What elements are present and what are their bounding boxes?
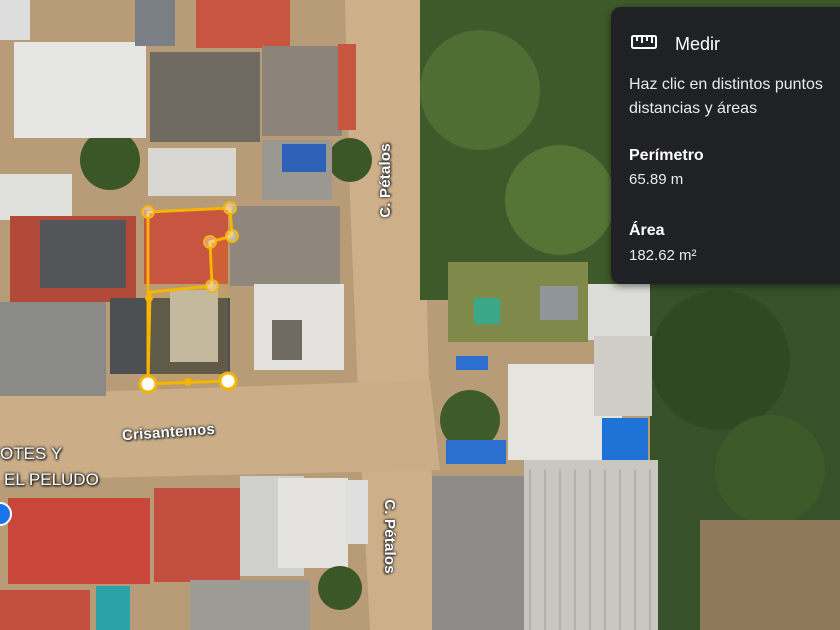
boat bbox=[0, 0, 30, 40]
green-tarp bbox=[474, 298, 500, 324]
measure-midpoint[interactable] bbox=[145, 294, 153, 302]
street-label-c-petalos-south: C. Pétalos bbox=[380, 499, 398, 574]
building-roof bbox=[40, 220, 126, 288]
building-roof bbox=[0, 302, 106, 396]
building-roof bbox=[338, 44, 356, 130]
area-value: 182.62 m² bbox=[629, 247, 697, 264]
perimeter-label: Perímetro bbox=[629, 147, 704, 164]
building-roof bbox=[8, 498, 150, 584]
building-roof bbox=[588, 284, 650, 340]
building-roof bbox=[154, 488, 240, 582]
building-roof bbox=[0, 590, 90, 630]
measure-vertex[interactable] bbox=[141, 205, 155, 219]
measure-panel: Medir Haz clic en distintos puntos dista… bbox=[611, 7, 840, 284]
perimeter-value: 65.89 m bbox=[629, 171, 684, 188]
tree-canopy bbox=[80, 130, 140, 190]
measure-vertex[interactable] bbox=[223, 201, 237, 215]
building-roof bbox=[14, 42, 146, 138]
building-roof bbox=[150, 52, 260, 142]
building-roof bbox=[262, 46, 342, 136]
blue-tarp bbox=[446, 440, 506, 464]
bare-lot bbox=[700, 520, 840, 630]
measure-vertex[interactable] bbox=[203, 235, 217, 249]
tree-canopy bbox=[715, 415, 825, 525]
measure-title: Medir bbox=[675, 34, 721, 54]
measure-midpoint[interactable] bbox=[184, 378, 192, 386]
boats bbox=[135, 0, 175, 46]
boat bbox=[346, 480, 368, 544]
tree-canopy bbox=[318, 566, 362, 610]
pool-tarp bbox=[602, 418, 648, 460]
building-roof bbox=[230, 206, 340, 286]
building-roof bbox=[190, 580, 310, 630]
measure-vertex[interactable] bbox=[225, 229, 239, 243]
building-roof bbox=[432, 476, 540, 630]
tree-canopy bbox=[650, 290, 790, 430]
building-roof bbox=[272, 320, 302, 360]
pool bbox=[96, 586, 130, 630]
blue-tarp bbox=[456, 356, 488, 370]
measure-header: Medir bbox=[631, 33, 720, 56]
poi-label-line-1[interactable]: OTES Y bbox=[0, 444, 62, 464]
area-label: Área bbox=[629, 222, 665, 239]
blue-tarp bbox=[282, 144, 326, 172]
building-roof bbox=[278, 478, 348, 568]
building-roof bbox=[196, 0, 290, 48]
measure-vertex[interactable] bbox=[218, 371, 238, 391]
poi-label-line-2[interactable]: EL PELUDO bbox=[4, 470, 99, 490]
tree-canopy bbox=[505, 145, 615, 255]
building-roof bbox=[148, 148, 236, 196]
tree-canopy bbox=[420, 30, 540, 150]
measure-instructions: Haz clic en distintos puntos distancias … bbox=[629, 76, 823, 117]
street-label-c-petalos-north: C. Pétalos bbox=[376, 143, 394, 218]
building-roof bbox=[0, 174, 72, 220]
ruler-icon bbox=[631, 33, 657, 56]
measure-vertex[interactable] bbox=[138, 374, 158, 394]
measure-vertex[interactable] bbox=[205, 279, 219, 293]
tree-canopy bbox=[328, 138, 372, 182]
building-roof bbox=[594, 336, 652, 416]
building-roof bbox=[540, 286, 578, 320]
